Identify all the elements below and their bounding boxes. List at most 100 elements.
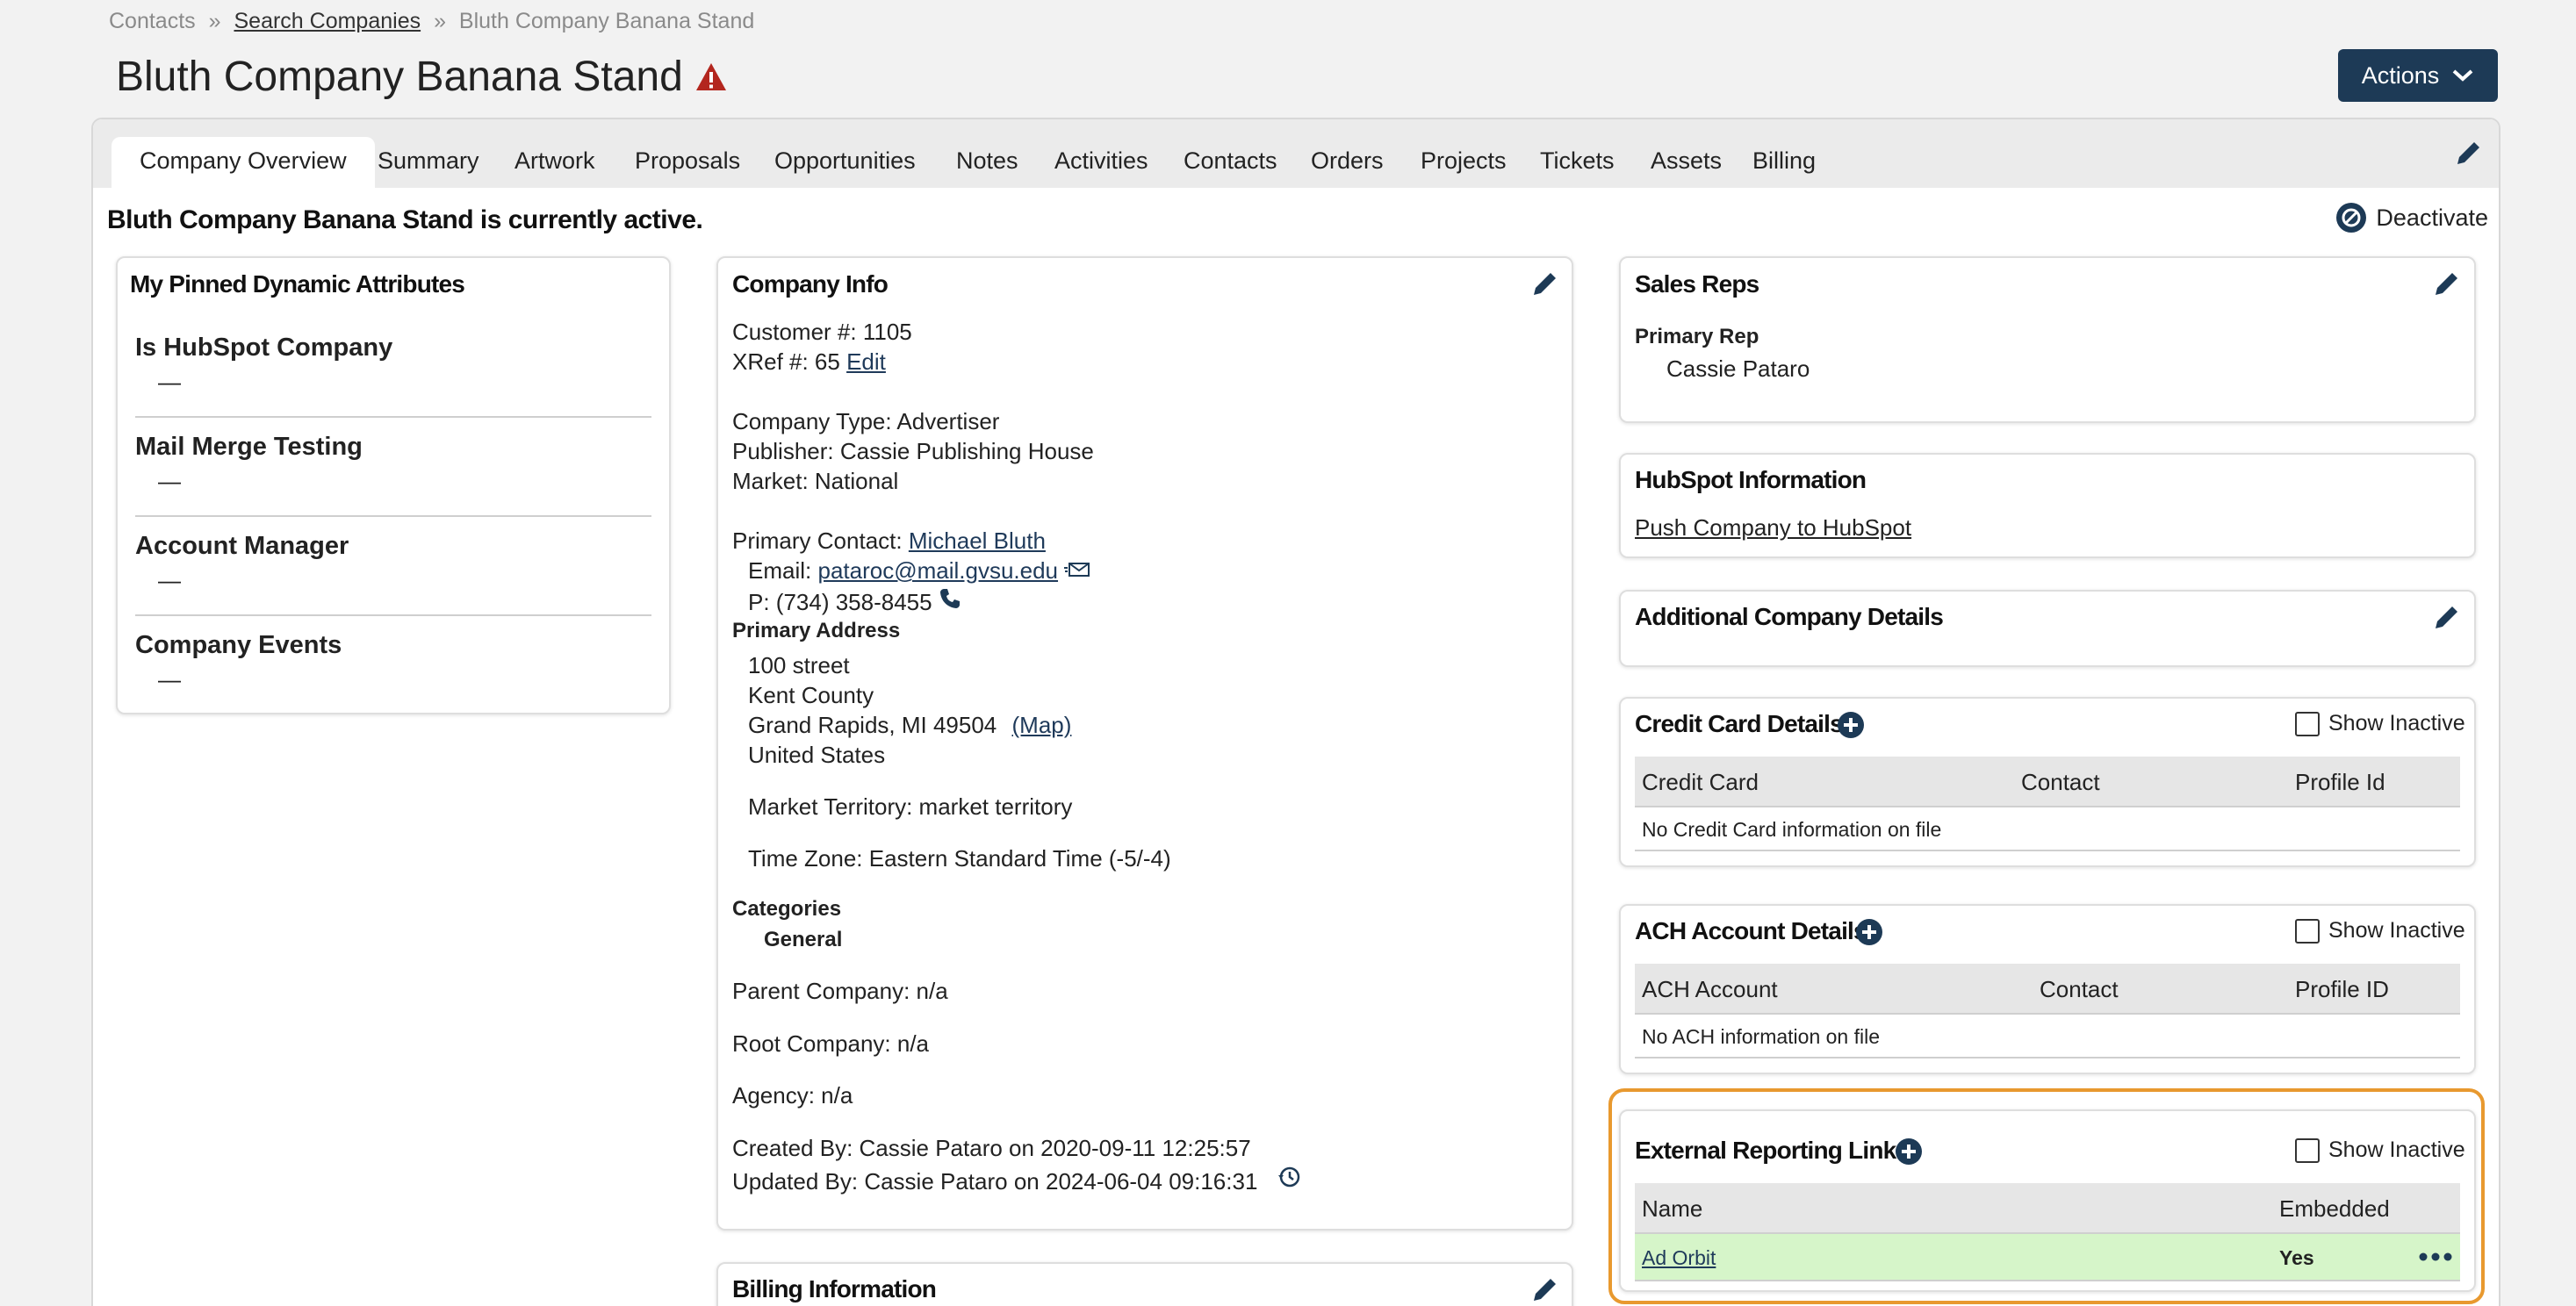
history-icon[interactable]	[1277, 1165, 1301, 1189]
tab-tickets[interactable]: Tickets	[1540, 137, 1615, 188]
block-icon	[2336, 203, 2367, 233]
market: Market: National	[732, 468, 899, 494]
edit-additional-details-pencil-icon[interactable]	[2432, 602, 2462, 632]
tab-proposals[interactable]: Proposals	[635, 137, 740, 188]
market-territory: Market Territory: market territory	[748, 793, 1073, 820]
xref-number: XRef #: 65	[732, 348, 840, 375]
attr-label: Is HubSpot Company	[135, 334, 393, 362]
company-type: Company Type: Advertiser	[732, 408, 1000, 434]
address-line: 100 street	[748, 652, 850, 678]
billing-info-title: Billing Information	[732, 1275, 937, 1302]
edit-sales-reps-pencil-icon[interactable]	[2432, 269, 2462, 298]
column-header: Embedded	[2279, 1195, 2390, 1222]
add-external-link-plus-icon[interactable]	[1895, 1137, 1923, 1166]
tab-artwork[interactable]: Artwork	[514, 137, 595, 188]
phone-number: P: (734) 358-8455	[748, 589, 932, 615]
time-zone: Time Zone: Eastern Standard Time (-5/-4)	[748, 845, 1171, 872]
status-text: Bluth Company Banana Stand is currently …	[107, 205, 703, 234]
actions-button[interactable]: Actions	[2338, 49, 2498, 102]
external-links-title: External Reporting Links	[1635, 1137, 1910, 1164]
divider	[135, 416, 651, 418]
company-info-title: Company Info	[732, 270, 889, 298]
divider	[135, 614, 651, 616]
attr-label: Account Manager	[135, 532, 349, 560]
divider	[135, 515, 651, 517]
tab-opportunities[interactable]: Opportunities	[774, 137, 916, 188]
breadcrumb-separator: »	[434, 9, 446, 33]
category-value: General	[764, 928, 843, 951]
tab-company-overview[interactable]: Company Overview	[112, 137, 375, 188]
show-inactive-checkbox[interactable]	[2295, 711, 2320, 736]
deactivate-button[interactable]: Deactivate	[2335, 202, 2488, 233]
created-by: Created By: Cassie Pataro on 2020-09-11 …	[732, 1135, 1251, 1161]
attr-label: Mail Merge Testing	[135, 433, 363, 461]
breadcrumb-separator: »	[208, 9, 221, 33]
external-links-table-header: Name Embedded	[1635, 1183, 2460, 1234]
email-link[interactable]: pataroc@mail.gvsu.edu	[817, 557, 1058, 584]
page-title: Bluth Company Banana Stand	[116, 54, 683, 100]
breadcrumb-current: Bluth Company Banana Stand	[458, 9, 755, 33]
more-options-icon[interactable]	[2418, 1252, 2453, 1262]
hubspot-title: HubSpot Information	[1635, 466, 1867, 493]
ach-show-inactive[interactable]: Show Inactive	[2295, 918, 2465, 944]
root-company: Root Company: n/a	[732, 1030, 930, 1057]
email-row: Email: pataroc@mail.gvsu.edu	[748, 557, 1090, 585]
address-line: Kent County	[748, 682, 874, 708]
column-header: Contact	[2040, 976, 2119, 1002]
add-ach-plus-icon[interactable]	[1855, 918, 1883, 946]
credit-card-title: Credit Card Details	[1635, 710, 1844, 737]
phone-icon[interactable]	[939, 587, 961, 610]
table-row: Ad Orbit Yes	[1635, 1234, 2460, 1281]
edit-company-info-pencil-icon[interactable]	[1530, 269, 1560, 298]
edit-billing-pencil-icon[interactable]	[1530, 1274, 1560, 1304]
tab-assets[interactable]: Assets	[1651, 137, 1722, 188]
customer-number: Customer #: 1105	[732, 319, 912, 345]
add-credit-card-plus-icon[interactable]	[1837, 711, 1865, 739]
warning-icon[interactable]	[695, 61, 727, 93]
ach-title: ACH Account Details	[1635, 917, 1867, 944]
credit-card-show-inactive[interactable]: Show Inactive	[2295, 711, 2465, 736]
show-inactive-label: Show Inactive	[2328, 1137, 2465, 1162]
tab-orders[interactable]: Orders	[1311, 137, 1384, 188]
credit-card-table-header: Credit Card Contact Profile Id	[1635, 757, 2460, 807]
chevron-down-icon	[2452, 69, 2473, 82]
show-inactive-label: Show Inactive	[2328, 711, 2465, 736]
attr-value: —	[158, 567, 181, 593]
actions-label: Actions	[2361, 61, 2440, 89]
additional-details-title: Additional Company Details	[1635, 603, 1944, 630]
attr-label: Company Events	[135, 631, 342, 659]
column-header: ACH Account	[1642, 976, 1778, 1002]
show-inactive-checkbox[interactable]	[2295, 918, 2320, 944]
publisher: Publisher: Cassie Publishing House	[732, 438, 1094, 464]
send-email-icon[interactable]	[1064, 561, 1090, 578]
breadcrumb-search-companies-link[interactable]: Search Companies	[234, 9, 421, 33]
updated-by: Updated By: Cassie Pataro on 2024-06-04 …	[732, 1168, 1258, 1195]
column-header: Profile ID	[2295, 976, 2389, 1002]
pinned-attributes-title: My Pinned Dynamic Attributes	[130, 270, 465, 298]
primary-contact-row: Primary Contact: Michael Bluth	[732, 527, 1046, 555]
xref-edit-link[interactable]: Edit	[846, 348, 886, 375]
categories-label: Categories	[732, 897, 842, 921]
primary-rep-name: Cassie Pataro	[1666, 355, 1810, 382]
map-link[interactable]: (Map)	[1012, 712, 1072, 738]
tab-notes[interactable]: Notes	[956, 137, 1018, 188]
address-line: Grand Rapids, MI 49504	[748, 712, 997, 738]
external-links-show-inactive[interactable]: Show Inactive	[2295, 1137, 2465, 1163]
tab-activities[interactable]: Activities	[1054, 137, 1148, 188]
empty-message: No Credit Card information on file	[1642, 818, 1942, 841]
primary-contact-link[interactable]: Michael Bluth	[909, 527, 1046, 554]
sales-reps-title: Sales Reps	[1635, 270, 1759, 298]
tab-billing[interactable]: Billing	[1752, 137, 1816, 188]
external-link-name[interactable]: Ad Orbit	[1642, 1246, 1716, 1270]
email-label: Email:	[748, 557, 812, 584]
tab-summary[interactable]: Summary	[378, 137, 479, 188]
edit-tabs-pencil-icon[interactable]	[2454, 138, 2484, 168]
column-header: Profile Id	[2295, 769, 2385, 795]
tab-projects[interactable]: Projects	[1421, 137, 1507, 188]
phone-row: P: (734) 358-8455	[748, 587, 961, 616]
push-to-hubspot-link[interactable]: Push Company to HubSpot	[1635, 514, 1911, 542]
show-inactive-label: Show Inactive	[2328, 918, 2465, 943]
show-inactive-checkbox[interactable]	[2295, 1137, 2320, 1163]
breadcrumb-contacts[interactable]: Contacts	[109, 9, 196, 33]
tab-contacts[interactable]: Contacts	[1184, 137, 1277, 188]
